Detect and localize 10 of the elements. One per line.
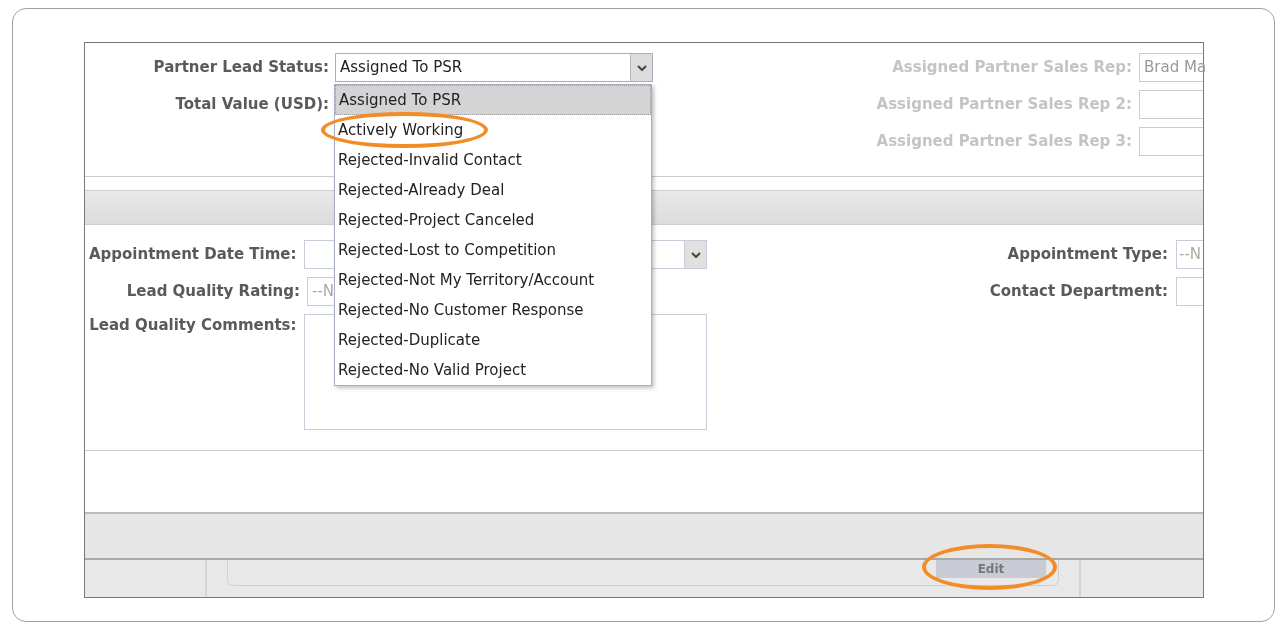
field-label: Appointment Type:: [1007, 244, 1168, 266]
field-label: Assigned Partner Sales Rep 2:: [876, 94, 1132, 116]
field-label: Assigned Partner Sales Rep:: [892, 57, 1132, 79]
field-label: Contact Department:: [989, 281, 1168, 303]
field-label: Appointment Date Time:: [87, 244, 297, 266]
field-label: Assigned Partner Sales Rep 3:: [876, 131, 1132, 153]
field-label: Total Value (USD):: [175, 94, 329, 116]
field-label: Lead Quality Comments:: [88, 315, 297, 336]
field-label: Partner Lead Status:: [153, 57, 329, 79]
field-label: Lead Quality Rating:: [125, 281, 300, 303]
